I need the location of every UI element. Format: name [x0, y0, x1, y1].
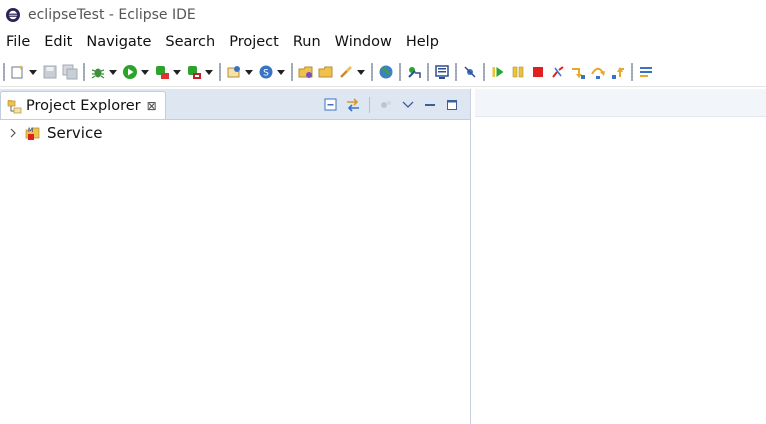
open-task-icon[interactable] [317, 62, 335, 82]
skip-breakpoints-icon[interactable] [461, 62, 479, 82]
toolbar-separator [371, 63, 373, 81]
close-icon[interactable]: ⊠ [147, 99, 157, 113]
editor-area [475, 89, 766, 424]
tree-item-service[interactable]: M Service [0, 123, 102, 143]
menu-help[interactable]: Help [399, 31, 446, 53]
title-bar: eclipseTest - Eclipse IDE [0, 0, 766, 30]
use-step-filters-icon[interactable] [637, 62, 655, 82]
terminate-icon[interactable] [529, 62, 547, 82]
resume-icon[interactable] [489, 62, 507, 82]
external-tools-icon[interactable] [185, 62, 203, 82]
view-menu-icon[interactable] [400, 97, 416, 113]
step-into-icon[interactable] [569, 62, 587, 82]
external-tools-dropdown[interactable] [204, 62, 213, 82]
run-dropdown[interactable] [140, 62, 149, 82]
menu-search[interactable]: Search [158, 31, 222, 53]
link-with-editor-icon[interactable] [345, 97, 361, 113]
eclipse-logo-icon [4, 6, 22, 24]
menu-project[interactable]: Project [222, 31, 286, 53]
new-icon[interactable] [9, 62, 27, 82]
save-all-icon[interactable] [61, 62, 79, 82]
debug-dropdown[interactable] [108, 62, 117, 82]
menu-navigate[interactable]: Navigate [79, 31, 158, 53]
toolbar-separator [291, 63, 293, 81]
view-toolbar [317, 95, 460, 115]
new-dropdown[interactable] [28, 62, 37, 82]
toolbar-separator [455, 63, 457, 81]
toolbar-separator [483, 63, 485, 81]
disconnect-icon[interactable] [549, 62, 567, 82]
tree-item-label: Service [47, 124, 103, 142]
toolbar-separator [369, 97, 370, 113]
new-java-package-icon[interactable] [225, 62, 243, 82]
console-icon[interactable] [433, 62, 451, 82]
toolbar-separator [83, 63, 85, 81]
collapse-all-icon[interactable] [323, 97, 339, 113]
launch-icon[interactable] [405, 62, 423, 82]
project-explorer-tab-label: Project Explorer [26, 97, 141, 114]
web-browser-icon[interactable] [377, 62, 395, 82]
chevron-right-icon[interactable] [9, 128, 19, 138]
save-icon[interactable] [41, 62, 59, 82]
search-icon[interactable] [337, 62, 355, 82]
menu-bar: File Edit Navigate Search Project Run Wi… [0, 30, 766, 54]
new-java-class-icon[interactable]: S [257, 62, 275, 82]
svg-text:M: M [28, 127, 33, 134]
step-over-icon[interactable] [589, 62, 607, 82]
project-tree: M Service [0, 123, 102, 143]
menu-run[interactable]: Run [286, 31, 328, 53]
open-type-icon[interactable] [297, 62, 315, 82]
coverage-icon[interactable] [153, 62, 171, 82]
project-explorer-tab-bar: Project Explorer ⊠ [0, 89, 470, 120]
minimize-icon[interactable] [422, 97, 438, 113]
maximize-icon[interactable] [444, 97, 460, 113]
new-java-package-dropdown[interactable] [244, 62, 253, 82]
focus-on-active-task-icon[interactable] [378, 97, 394, 113]
run-icon[interactable] [121, 62, 139, 82]
maven-project-icon: M [25, 125, 43, 141]
main-toolbar: S [0, 58, 766, 87]
debug-icon[interactable] [89, 62, 107, 82]
new-java-class-dropdown[interactable] [276, 62, 285, 82]
suspend-icon[interactable] [509, 62, 527, 82]
toolbar-separator [3, 63, 5, 81]
editor-tab-strip [475, 89, 766, 117]
toolbar-separator [427, 63, 429, 81]
tab-project-explorer[interactable]: Project Explorer ⊠ [0, 91, 166, 119]
project-explorer-icon [6, 98, 22, 114]
menu-file[interactable]: File [0, 31, 37, 53]
toolbar-separator [219, 63, 221, 81]
window-title: eclipseTest - Eclipse IDE [28, 7, 196, 23]
svg-text:S: S [263, 69, 269, 79]
toolbar-separator [631, 63, 633, 81]
toolbar-separator [399, 63, 401, 81]
step-return-icon[interactable] [609, 62, 627, 82]
search-dropdown[interactable] [356, 62, 365, 82]
menu-window[interactable]: Window [328, 31, 399, 53]
menu-edit[interactable]: Edit [37, 31, 79, 53]
coverage-dropdown[interactable] [172, 62, 181, 82]
project-explorer-view: Project Explorer ⊠ M Service [0, 89, 471, 424]
